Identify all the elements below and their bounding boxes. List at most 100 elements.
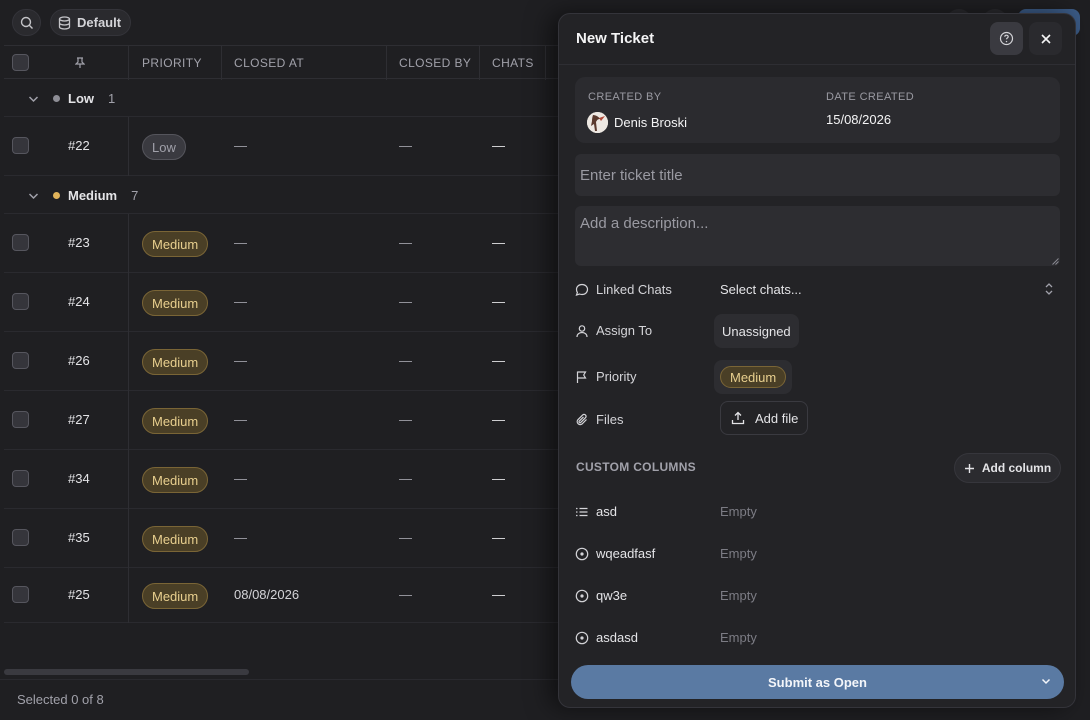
circle-dot-icon	[575, 631, 589, 644]
closed-by-cell: —	[399, 138, 412, 153]
priority-badge: Medium	[142, 231, 209, 257]
custom-column-name: wqeadfasf	[596, 546, 656, 561]
custom-columns-header: CUSTOM COLUMNS	[576, 460, 696, 474]
chevrons-up-down-icon[interactable]	[1044, 282, 1054, 296]
custom-column-value[interactable]: Empty	[720, 630, 757, 645]
files-label: Files	[596, 412, 624, 427]
closed-at-cell: —	[234, 412, 247, 427]
created-by-label: CREATED BY	[588, 91, 662, 103]
add-column-button[interactable]: Add column	[954, 453, 1061, 483]
table-row[interactable]: #23 Medium — — —	[4, 214, 560, 273]
priority-badge: Low	[142, 134, 186, 160]
closed-by-cell: —	[399, 235, 412, 250]
priority-select[interactable]: Medium	[714, 360, 793, 394]
table-row[interactable]: #22 Low — — —	[4, 117, 560, 176]
assign-to-label: Assign To	[596, 323, 653, 338]
closed-at-cell: —	[234, 471, 247, 486]
circle-dot-icon	[575, 547, 589, 560]
group-row-medium[interactable]: Medium 7	[4, 176, 560, 214]
row-checkbox[interactable]	[12, 352, 29, 369]
flag-icon	[576, 370, 587, 383]
ticket-id: #35	[68, 530, 90, 545]
search-button[interactable]	[12, 9, 41, 36]
add-file-label: Add file	[755, 410, 799, 426]
paperclip-icon	[576, 413, 587, 425]
new-ticket-modal: New Ticket CREATED BY Denis Broski DATE …	[558, 13, 1076, 708]
chats-cell: —	[492, 587, 505, 602]
ticket-id: #25	[68, 587, 90, 602]
horizontal-scrollbar[interactable]	[4, 669, 249, 675]
chats-cell: —	[492, 235, 505, 250]
row-checkbox[interactable]	[12, 586, 29, 603]
table-row[interactable]: #25 Medium 08/08/2026 — —	[4, 568, 560, 623]
column-header-priority[interactable]: PRIORITY	[142, 56, 202, 70]
custom-column-row[interactable]: wqeadfasf Empty	[575, 538, 1060, 574]
created-by-value: Denis Broski	[614, 115, 687, 130]
table-row[interactable]: #27 Medium — — —	[4, 391, 560, 450]
close-button[interactable]	[1029, 22, 1062, 55]
add-column-label: Add column	[981, 461, 1052, 475]
chats-cell: —	[492, 530, 505, 545]
row-checkbox[interactable]	[12, 529, 29, 546]
chats-cell: —	[492, 138, 505, 153]
custom-column-value[interactable]: Empty	[720, 546, 757, 561]
view-selector[interactable]: Default	[50, 9, 132, 36]
chat-bubble-icon	[575, 283, 589, 296]
custom-column-row[interactable]: qw3e Empty	[575, 580, 1060, 616]
table-header: PRIORITY CLOSED AT CLOSED BY CHATS	[4, 45, 560, 80]
chevron-down-icon[interactable]	[28, 95, 39, 103]
custom-column-row[interactable]: asdasd Empty	[575, 622, 1060, 658]
custom-column-row[interactable]: asd Empty	[575, 496, 1060, 532]
ticket-id: #22	[68, 138, 90, 153]
resize-handle-icon[interactable]	[1052, 258, 1059, 265]
ticket-id: #27	[68, 412, 90, 427]
priority-badge: Medium	[142, 526, 209, 552]
plus-icon	[964, 463, 974, 473]
group-count: 7	[131, 188, 139, 203]
pin-icon[interactable]	[75, 57, 85, 69]
help-button[interactable]	[990, 22, 1023, 55]
row-checkbox[interactable]	[12, 470, 29, 487]
submit-button[interactable]: Submit as Open	[571, 665, 1064, 699]
table-row[interactable]: #35 Medium — — —	[4, 509, 560, 568]
row-checkbox[interactable]	[12, 137, 29, 154]
assignee-select[interactable]: Unassigned	[714, 314, 799, 348]
chevron-down-icon[interactable]	[28, 192, 39, 200]
priority-dot	[53, 95, 60, 102]
selection-count: Selected 0 of 8	[17, 692, 104, 707]
chats-cell: —	[492, 412, 505, 427]
row-checkbox[interactable]	[12, 293, 29, 310]
linked-chats-select[interactable]: Select chats...	[720, 282, 802, 297]
custom-column-name: asd	[596, 504, 617, 519]
ticket-title-input[interactable]	[575, 154, 1060, 196]
custom-column-value[interactable]: Empty	[720, 588, 757, 603]
column-header-closed-at[interactable]: CLOSED AT	[234, 56, 304, 70]
row-checkbox[interactable]	[12, 411, 29, 428]
group-row-low[interactable]: Low 1	[4, 79, 560, 117]
table-row[interactable]: #26 Medium — — —	[4, 332, 560, 391]
table-row[interactable]: #34 Medium — — —	[4, 450, 560, 509]
table-row[interactable]: #24 Medium — — —	[4, 273, 560, 332]
assignee-value: Unassigned	[722, 323, 791, 339]
chevron-down-icon[interactable]	[1040, 675, 1052, 687]
ticket-description-input[interactable]	[575, 206, 1060, 266]
avatar	[587, 112, 608, 133]
closed-at-cell: —	[234, 294, 247, 309]
priority-badge: Medium	[142, 583, 209, 609]
column-header-closed-by[interactable]: CLOSED BY	[399, 56, 471, 70]
ticket-id: #34	[68, 471, 90, 486]
closed-by-cell: —	[399, 353, 412, 368]
assign-to-field: Assign To Unassigned	[575, 313, 1060, 349]
column-header-chats[interactable]: CHATS	[492, 56, 534, 70]
linked-chats-label: Linked Chats	[596, 282, 672, 297]
group-label: Medium	[68, 188, 118, 203]
closed-at-cell: —	[234, 138, 247, 153]
custom-column-value[interactable]: Empty	[720, 504, 757, 519]
row-checkbox[interactable]	[12, 234, 29, 251]
priority-badge: Medium	[142, 408, 209, 434]
select-all-checkbox[interactable]	[12, 54, 29, 71]
help-icon	[999, 31, 1014, 46]
close-icon	[1040, 33, 1051, 44]
linked-chats-field[interactable]: Linked Chats Select chats...	[575, 272, 1060, 308]
add-file-button[interactable]: Add file	[720, 401, 809, 435]
